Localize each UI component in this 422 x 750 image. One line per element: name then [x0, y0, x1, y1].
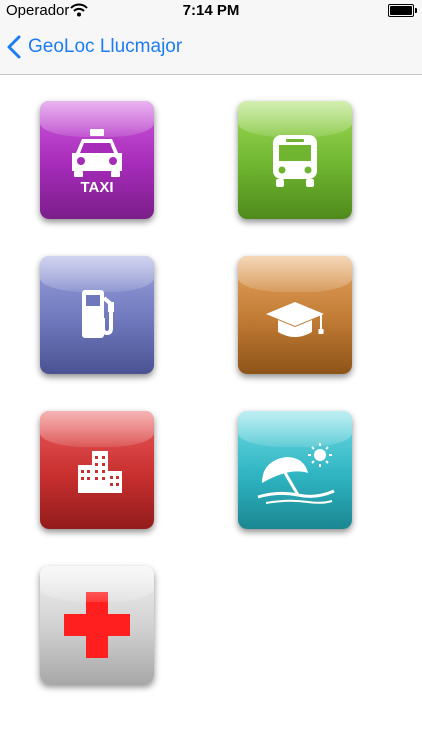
red-cross-icon [64, 592, 130, 658]
taxi-tile-button[interactable]: TAXI [40, 101, 154, 219]
taxi-label: TAXI [80, 179, 113, 196]
beach-umbrella-icon [257, 443, 335, 504]
health-tile-button[interactable] [40, 566, 154, 684]
chevron-left-icon [7, 35, 21, 59]
taxi-icon: TAXI [72, 129, 122, 196]
back-button-label: GeoLoc Llucmajor [28, 36, 183, 57]
bus-icon [273, 135, 317, 187]
building-icon [78, 451, 122, 493]
status-time: 7:14 PM [182, 2, 240, 19]
beach-tile-button[interactable] [238, 411, 352, 529]
status-bar: Operador 7:14 PM [0, 0, 422, 22]
back-button[interactable]: GeoLoc Llucmajor [6, 32, 182, 62]
graduation-cap-icon [266, 302, 324, 337]
education-tile-button[interactable] [238, 256, 352, 374]
city-tile-button[interactable] [40, 411, 154, 529]
navigation-bar: GeoLoc Llucmajor [0, 22, 422, 75]
battery-icon [388, 4, 417, 17]
fuel-pump-icon [82, 290, 114, 338]
fuel-station-tile-button[interactable] [40, 256, 154, 374]
bus-tile-button[interactable] [238, 101, 352, 219]
